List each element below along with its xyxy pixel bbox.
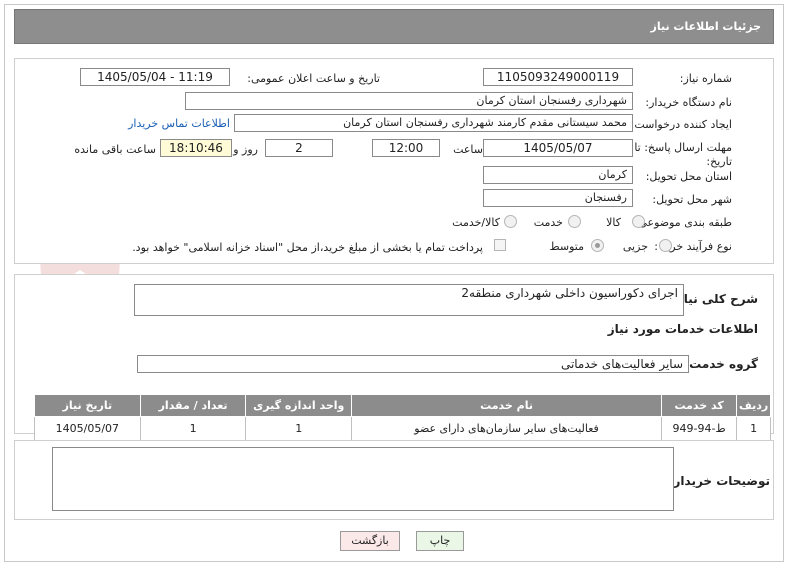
cell-quantity: 1: [139, 416, 247, 441]
contact-info-link[interactable]: اطلاعات تماس خریدار: [128, 117, 230, 130]
service-group-field: سایر فعالیت‌های خدماتی: [137, 355, 689, 373]
remaining-label: ساعت باقی مانده: [74, 143, 156, 156]
deadline-label: مهلت ارسال پاسخ: تا تاریخ:: [634, 141, 732, 168]
page-header: جزئیات اطلاعات نیاز: [14, 9, 774, 44]
category-radio-goods-service[interactable]: [504, 215, 517, 228]
buyer-notes-label: توضیحات خریدار:: [668, 474, 770, 488]
process-option-medium: متوسط: [549, 240, 584, 253]
announce-label: تاریخ و ساعت اعلان عمومی:: [247, 72, 380, 85]
col-need-date: تاریخ نیاز: [34, 394, 141, 417]
deadline-date-field: 1405/05/07: [483, 139, 633, 157]
buyer-org-label: نام دستگاه خریدار:: [645, 96, 732, 109]
category-radio-goods[interactable]: [632, 215, 645, 228]
category-option-service: خدمت: [533, 216, 563, 229]
process-radio-medium[interactable]: [591, 239, 604, 252]
services-section-title: اطلاعات خدمات مورد نیاز: [607, 322, 758, 336]
table-row: 1 ط-94-949 فعالیت‌های سایر سازمان‌های دا…: [34, 416, 771, 441]
cell-need-date: 1405/05/07: [34, 416, 141, 441]
cell-unit: 1: [245, 416, 353, 441]
category-option-goods: کالا: [606, 216, 621, 229]
deadline-time-field: 12:00: [372, 139, 440, 157]
table-header-row: ردیف کد خدمت نام خدمت واحد اندازه گیری ت…: [34, 394, 771, 417]
col-unit: واحد اندازه گیری: [245, 394, 353, 417]
creator-label: ایجاد کننده درخواست:: [630, 118, 732, 131]
time-label: ساعت: [453, 143, 483, 156]
announce-field: 1405/05/04 - 11:19: [80, 68, 230, 86]
print-button[interactable]: چاپ: [416, 531, 464, 551]
cell-code: ط-94-949: [660, 416, 738, 441]
province-label: استان محل تحویل:: [645, 170, 732, 183]
buyer-org-field: شهرداری رفسنجان استان کرمان: [185, 92, 633, 110]
treasury-payment-checkbox[interactable]: [494, 239, 506, 251]
col-code: کد خدمت: [660, 394, 738, 417]
summary-label: شرح کلی نیاز:: [672, 292, 758, 306]
buyer-notes-field[interactable]: [52, 447, 674, 511]
city-field: رفسنجان: [483, 189, 633, 207]
page-title: جزئیات اطلاعات نیاز: [650, 20, 762, 33]
days-field: 2: [265, 139, 333, 157]
treasury-payment-note: پرداخت تمام یا بخشی از مبلغ خرید،از محل …: [132, 241, 483, 254]
category-label: طبقه بندی موضوعی:: [634, 216, 732, 229]
cell-name: فعالیت‌های سایر سازمان‌های دارای عضو: [351, 416, 662, 441]
province-field: کرمان: [483, 166, 633, 184]
category-radio-service[interactable]: [568, 215, 581, 228]
service-group-label: گروه خدمت:: [684, 357, 758, 371]
col-name: نام خدمت: [351, 394, 662, 417]
remaining-time-field: 18:10:46: [160, 139, 232, 157]
process-option-minor: جزیی: [622, 240, 648, 253]
category-option-goods-service: کالا/خدمت: [452, 216, 500, 229]
creator-field: محمد سیستانی مقدم کارمند شهرداری رفسنجان…: [234, 114, 633, 132]
col-quantity: تعداد / مقدار: [139, 394, 247, 417]
services-table: ردیف کد خدمت نام خدمت واحد اندازه گیری ت…: [34, 394, 771, 441]
cell-row: 1: [736, 416, 771, 441]
process-radio-minor[interactable]: [659, 239, 672, 252]
back-button[interactable]: بازگشت: [340, 531, 400, 551]
need-number-label: شماره نیاز:: [679, 72, 732, 85]
col-row: ردیف: [736, 394, 771, 417]
days-label: روز و: [233, 143, 258, 156]
summary-field: اجرای دکوراسیون داخلی شهرداری منطقه2: [134, 284, 684, 316]
city-label: شهر محل تحویل:: [652, 193, 732, 206]
need-number-field: 1105093249000119: [483, 68, 633, 86]
